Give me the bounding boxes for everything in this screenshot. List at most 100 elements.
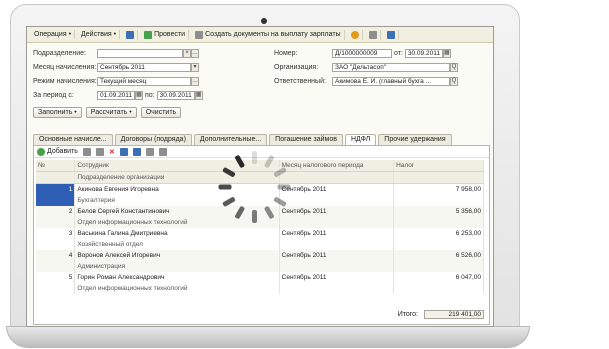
col-tax-header[interactable]: Налог [393,160,484,172]
delete-icon[interactable]: ✕ [109,148,115,156]
period-from-calendar-button[interactable]: ▦ [135,91,143,100]
move-up-icon[interactable] [119,147,128,156]
main-toolbar: Операция • Действия • Провести Создать д… [27,27,493,43]
accrual-month-label: Месяц начисления: [33,64,97,71]
organization-field[interactable]: ЗАО "Дельтасоп" [332,63,450,72]
table-row[interactable]: 5 Горин Роман Александрович Сентябрь 201… [36,272,484,283]
row-tax[interactable]: 7 958,00 [393,183,484,195]
table-row[interactable]: 4 Воронов Алексей Игоревич Сентябрь 2011… [36,250,484,261]
accrual-month-field[interactable]: Сентябрь 2011 [97,63,191,72]
organization-search-button[interactable]: Q [450,63,458,72]
col-no-header[interactable]: № [36,160,76,172]
calculate-button[interactable]: Рассчитать • [85,107,137,118]
post-label: Провести [154,31,186,38]
row-month[interactable]: Сентябрь 2011 [279,183,395,195]
dt-kt-icon [386,30,395,39]
structure-icon [368,30,377,39]
mode-field[interactable]: Текущий месяц [97,77,191,86]
row-month[interactable]: Сентябрь 2011 [279,206,395,217]
spinner-segment [263,154,275,169]
tab-loan-repayment[interactable]: Погашение займов [269,134,343,145]
help-button[interactable] [348,29,363,40]
row-number: 5 [36,272,76,283]
add-icon [37,147,45,156]
clear-button[interactable]: Очистить [140,107,182,118]
app-window: Операция • Действия • Провести Создать д… [26,26,494,327]
save-button[interactable] [123,29,139,40]
help-icon [350,30,359,39]
structure-button[interactable] [366,29,381,40]
spinner-segment [277,184,291,190]
row-department[interactable]: Отдел информационных технологий [74,283,280,294]
fill-button[interactable]: Заполнить • [33,107,82,118]
row-employee[interactable]: Горин Роман Александрович [74,272,280,283]
period-to-field[interactable]: 30.09.2011 [156,91,195,100]
from-date-field[interactable]: 30.09.2011 [404,49,443,58]
department-select-button[interactable]: … [191,49,199,58]
responsible-field[interactable]: Акимова Е. И. (главный бухга ... [332,77,450,86]
row-tax[interactable]: 6 526,00 [393,250,484,261]
period-from-field[interactable]: 01.09.2011 [97,91,135,100]
spinner-segment [234,154,246,169]
from-calendar-button[interactable]: ▦ [442,49,451,58]
row-number: 1 [36,183,76,195]
create-docs-button[interactable]: Создать документы на выплату зарплаты [192,29,345,40]
document-tabs: Основные начисле... Договоры (подряда) Д… [33,134,488,145]
total-row: Итого: 219 401,00 [334,310,484,319]
table-row-department[interactable]: Администрация [36,261,484,272]
mode-label: Режим начисления: [33,78,97,85]
accrual-month-stepper[interactable]: ▾ [191,63,199,72]
add-button[interactable]: Добавить [37,147,78,156]
total-value: 219 401,00 [424,310,484,319]
copy-icon[interactable] [82,147,91,156]
sort-asc-icon[interactable] [145,147,154,156]
actions-menu[interactable]: Действия • [78,30,121,39]
responsible-search-button[interactable]: Q [450,77,458,86]
row-number: 2 [36,206,76,217]
row-employee[interactable]: Воронов Алексей Игоревич [74,250,280,261]
spinner-segment [218,184,232,190]
row-employee[interactable]: Васькина Галина Дмитриевна [74,228,280,239]
period-to-calendar-button[interactable]: ▦ [194,91,203,100]
responsible-label: Ответственный: [274,78,326,85]
post-button[interactable]: Провести [141,29,190,40]
row-department[interactable]: Администрация [74,261,280,272]
row-month[interactable]: Сентябрь 2011 [279,272,395,283]
spinner-segment [273,166,287,178]
sort-desc-icon[interactable] [158,147,167,156]
from-label: от: [394,50,403,57]
number-label: Номер: [274,50,298,57]
row-department[interactable]: Хозяйственный отдел [74,239,280,250]
laptop-base [6,326,530,348]
tab-ndfl[interactable]: НДФЛ [344,134,377,145]
save-icon [126,30,135,39]
camera-dot [261,18,267,24]
spinner-segment [263,205,275,220]
period-label: За период с: [33,92,74,99]
tab-additional[interactable]: Дополнительные... [193,134,268,145]
loading-spinner-icon [215,147,295,227]
row-month[interactable]: Сентябрь 2011 [279,250,395,261]
table-row-department[interactable]: Хозяйственный отдел [36,239,484,250]
table-row-department[interactable]: Отдел информационных технологий [36,283,484,294]
number-field[interactable]: Д/1000000009 [332,49,392,58]
organization-label: Организация: [274,64,319,71]
move-down-icon[interactable] [132,147,141,156]
dt-kt-button[interactable] [384,29,399,40]
row-month[interactable]: Сентябрь 2011 [279,228,395,239]
mode-select-button[interactable]: … [191,77,199,86]
spinner-segment [252,210,257,223]
tab-main-accruals[interactable]: Основные начисле... [33,134,113,145]
department-clear-button[interactable]: × [183,49,191,58]
tab-contracts[interactable]: Договоры (подряда) [114,134,192,145]
row-tax[interactable]: 5 356,00 [393,206,484,217]
edit-icon[interactable] [95,147,104,156]
row-tax[interactable]: 6 253,00 [393,228,484,239]
col-month-header[interactable]: Месяц налогового периода [279,160,395,172]
row-tax[interactable]: 6 047,00 [393,272,484,283]
operation-menu[interactable]: Операция • [31,30,76,39]
tab-other-deductions[interactable]: Прочие удержания [378,134,452,145]
department-field[interactable] [97,49,183,58]
spinner-segment [252,151,257,164]
table-row[interactable]: 3 Васькина Галина Дмитриевна Сентябрь 20… [36,228,484,239]
